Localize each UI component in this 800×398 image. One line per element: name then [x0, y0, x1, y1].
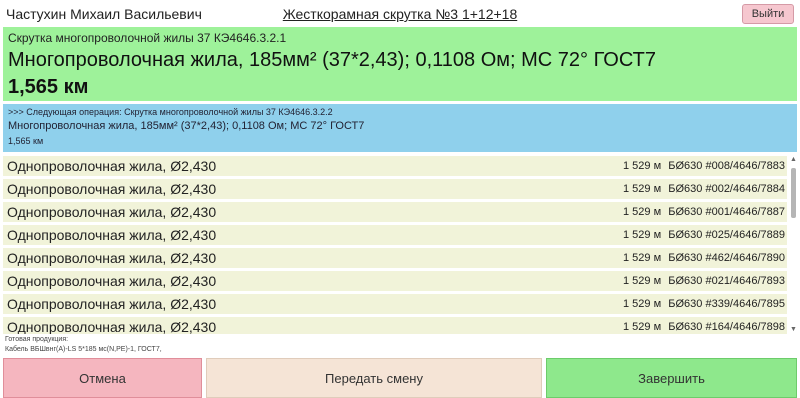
- material-name: Однопроволочная жила, Ø2,430: [7, 181, 217, 197]
- material-name: Однопроволочная жила, Ø2,430: [7, 319, 217, 334]
- material-source: БØ630 #001/4646/7887: [668, 206, 785, 218]
- material-name: Однопроволочная жила, Ø2,430: [7, 250, 217, 266]
- next-operation-description: Многопроволочная жила, 185мм² (37*2,43);…: [8, 120, 365, 132]
- next-operation-panel: >>> Следующая операция: Скрутка многопро…: [3, 104, 797, 152]
- material-length: 1 529 м: [623, 252, 662, 264]
- material-source: БØ630 #025/4646/7889: [668, 229, 785, 241]
- handover-shift-button[interactable]: Передать смену: [206, 358, 542, 398]
- material-source: БØ630 #008/4646/7883: [668, 160, 785, 172]
- material-name: Однопроволочная жила, Ø2,430: [7, 296, 217, 312]
- logout-button[interactable]: Выйти: [742, 4, 794, 24]
- material-name: Однопроволочная жила, Ø2,430: [7, 273, 217, 289]
- list-item[interactable]: Однопроволочная жила, Ø2,430 1 529 м БØ6…: [3, 225, 787, 245]
- list-item[interactable]: Однопроволочная жила, Ø2,430 1 529 м БØ6…: [3, 156, 787, 176]
- scroll-thumb[interactable]: [791, 168, 796, 218]
- current-operation-title: Скрутка многопроволочной жилы 37 КЭ4646.…: [8, 31, 287, 45]
- material-source: БØ630 #339/4646/7895: [668, 298, 785, 310]
- material-length: 1 529 м: [623, 183, 662, 195]
- list-item[interactable]: Однопроволочная жила, Ø2,430 1 529 м БØ6…: [3, 294, 787, 314]
- current-operation-description: Многопроволочная жила, 185мм² (37*2,43);…: [8, 49, 656, 71]
- material-source: БØ630 #164/4646/7898: [668, 321, 785, 333]
- material-length: 1 529 м: [623, 298, 662, 310]
- header-bar: Частухин Михаил Васильевич Жесткорамная …: [0, 0, 800, 28]
- material-source: БØ630 #462/4646/7890: [668, 252, 785, 264]
- finish-button[interactable]: Завершить: [546, 358, 797, 398]
- machine-title[interactable]: Жесткорамная скрутка №3 1+12+18: [0, 6, 800, 22]
- material-source: БØ630 #021/4646/7893: [668, 275, 785, 287]
- materials-scrollbar[interactable]: ▲ ▼: [789, 156, 798, 334]
- material-source: БØ630 #002/4646/7884: [668, 183, 785, 195]
- list-item[interactable]: Однопроволочная жила, Ø2,430 1 529 м БØ6…: [3, 271, 787, 291]
- next-operation-title: >>> Следующая операция: Скрутка многопро…: [8, 107, 333, 117]
- list-item[interactable]: Однопроволочная жила, Ø2,430 1 529 м БØ6…: [3, 317, 787, 334]
- list-item[interactable]: Однопроволочная жила, Ø2,430 1 529 м БØ6…: [3, 202, 787, 222]
- cancel-button[interactable]: Отмена: [3, 358, 202, 398]
- current-operation-panel: Скрутка многопроволочной жилы 37 КЭ4646.…: [3, 27, 797, 101]
- material-name: Однопроволочная жила, Ø2,430: [7, 204, 217, 220]
- next-operation-length: 1,565 км: [8, 136, 44, 146]
- list-item[interactable]: Однопроволочная жила, Ø2,430 1 529 м БØ6…: [3, 179, 787, 199]
- material-length: 1 529 м: [623, 321, 662, 333]
- finished-product-label: Готовая продукция:: [5, 336, 69, 343]
- finished-product-value: Кабель ВБШвнг(А)-LS 5*185 мс(N,PE)-1, ГО…: [5, 346, 162, 353]
- current-operation-length: 1,565 км: [8, 76, 89, 98]
- material-length: 1 529 м: [623, 206, 662, 218]
- scroll-down-icon[interactable]: ▼: [789, 326, 798, 334]
- scroll-up-icon[interactable]: ▲: [789, 156, 798, 164]
- material-name: Однопроволочная жила, Ø2,430: [7, 227, 217, 243]
- action-bar: Отмена Передать смену Завершить: [0, 358, 800, 398]
- list-item[interactable]: Однопроволочная жила, Ø2,430 1 529 м БØ6…: [3, 248, 787, 268]
- material-length: 1 529 м: [623, 229, 662, 241]
- material-length: 1 529 м: [623, 275, 662, 287]
- material-name: Однопроволочная жила, Ø2,430: [7, 158, 217, 174]
- finished-product-info: Готовая продукция: Кабель ВБШвнг(А)-LS 5…: [5, 335, 162, 355]
- materials-list: Однопроволочная жила, Ø2,430 1 529 м БØ6…: [3, 156, 787, 334]
- material-length: 1 529 м: [623, 160, 662, 172]
